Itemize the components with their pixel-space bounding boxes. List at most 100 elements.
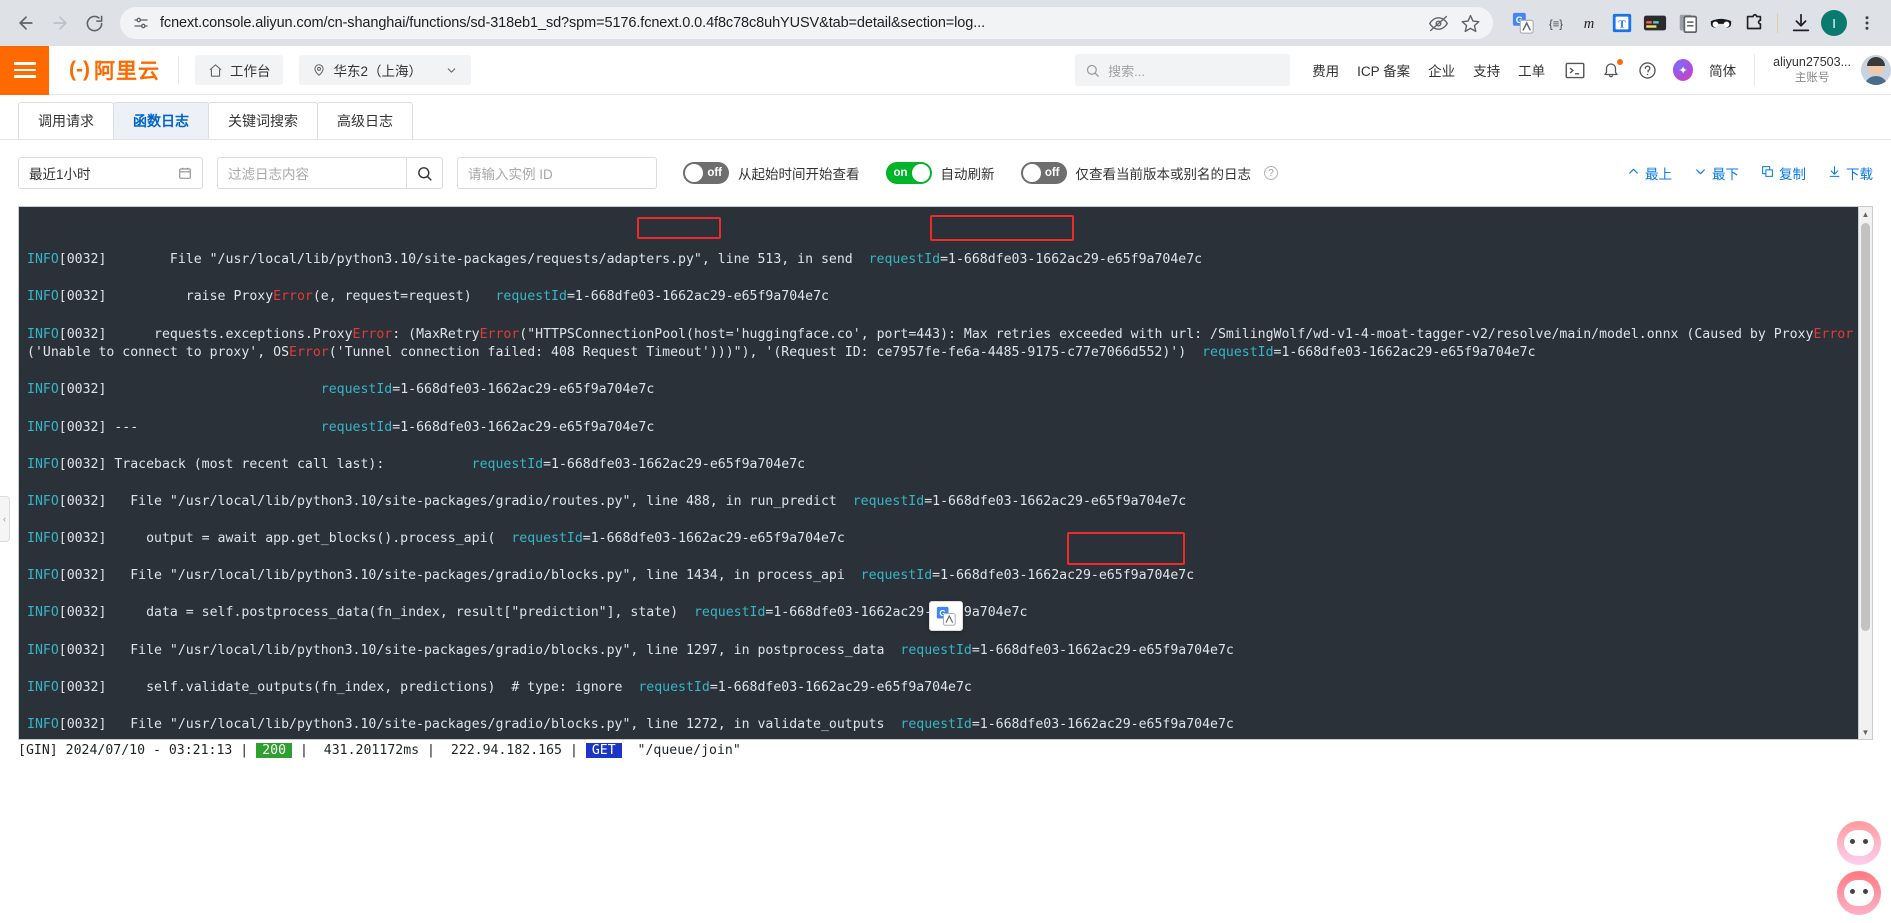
tab-invocation-requests[interactable]: 调用请求 <box>18 102 114 139</box>
m-extension-icon[interactable]: m <box>1575 9 1603 37</box>
region-label: 华东2（上海） <box>333 64 422 79</box>
google-translate-popup-icon[interactable]: G <box>929 601 963 631</box>
scroll-to-top-button[interactable]: 最上 <box>1627 163 1672 183</box>
tab-keyword-search[interactable]: 关键词搜索 <box>208 102 318 139</box>
header-link-icp[interactable]: ICP 备案 <box>1357 60 1410 80</box>
account-name: aliyun27503... <box>1773 54 1851 69</box>
header-link-support[interactable]: 支持 <box>1473 60 1500 80</box>
aliyun-logo-mark: (-) <box>69 58 90 81</box>
json-viewer-icon[interactable]: {≡} <box>1542 9 1570 37</box>
reload-icon <box>85 14 104 33</box>
copy-logs-button[interactable]: 复制 <box>1761 163 1806 183</box>
auto-refresh-label: 自动刷新 <box>940 167 995 182</box>
log-output[interactable]: INFO[0032] File "/usr/local/lib/python3.… <box>19 207 1858 739</box>
log-line: INFO[0032] raise ProxyError(e, request=r… <box>27 289 829 305</box>
log-line: INFO[0032] File "/usr/local/lib/python3.… <box>27 717 1234 733</box>
language-selector[interactable]: 简体 <box>1709 60 1736 80</box>
aliyun-header: (-) 阿里云 工作台 华东2（上海） 搜索... 费用 ICP 备案 企业 支… <box>0 45 1891 95</box>
workbench-button[interactable]: 工作台 <box>194 55 284 85</box>
log-filter-placeholder: 过滤日志内容 <box>228 167 309 182</box>
aliyun-logo-text: 阿里云 <box>93 60 160 83</box>
chat-assistant-button[interactable] <box>1837 821 1881 865</box>
aliyun-logo[interactable]: (-) 阿里云 <box>49 55 178 85</box>
header-link-fee[interactable]: 费用 <box>1312 60 1339 80</box>
avatar <box>1861 54 1891 85</box>
ai-assistant-icon[interactable]: ✦ <box>1673 59 1694 81</box>
log-filter-input[interactable]: 过滤日志内容 <box>217 157 407 189</box>
log-search-button[interactable] <box>407 157 443 189</box>
auto-refresh-toggle[interactable]: on <box>885 162 932 184</box>
svg-text:T: T <box>1618 19 1626 31</box>
log-line: INFO[0032] File "/usr/local/lib/python3.… <box>27 252 1203 268</box>
log-line: INFO[0032] self.validate_outputs(fn_inde… <box>27 679 972 695</box>
instance-id-input[interactable]: 请输入实例 ID <box>457 157 657 189</box>
account-menu[interactable]: aliyun27503... 主账号 <box>1754 53 1891 87</box>
card-autofill-icon[interactable] <box>1641 9 1669 37</box>
toggle-auto-refresh: on 自动刷新 <box>885 162 995 184</box>
t-extension-icon[interactable]: T <box>1608 9 1636 37</box>
header-divider <box>177 56 179 84</box>
kebab-menu-icon[interactable] <box>1853 9 1881 37</box>
address-bar[interactable]: fcnext.console.aliyun.com/cn-shanghai/fu… <box>120 7 1493 39</box>
puzzle-extensions-icon[interactable] <box>1740 9 1768 37</box>
search-icon <box>1085 63 1100 78</box>
log-line: INFO[0032] Traceback (most recent call l… <box>27 456 806 472</box>
feedback-button[interactable] <box>1837 871 1881 915</box>
copy-icon <box>1761 165 1774 181</box>
toolbar-divider <box>1777 13 1778 33</box>
header-icon-group: ✦ 简体 <box>1565 59 1736 81</box>
log-line: INFO[0032] requestId=1-668dfe03-1662ac29… <box>27 382 655 398</box>
profile-avatar[interactable]: I <box>1820 9 1848 37</box>
log-line: INFO[0032] File "/usr/local/lib/python3.… <box>27 568 1195 584</box>
client-ip: 222.94.182.165 <box>450 743 562 758</box>
toggle-current-version-only: off 仅查看当前版本或别名的日志 ? <box>1020 162 1278 184</box>
glasses-extension-icon[interactable] <box>1707 9 1735 37</box>
log-line: INFO[0032] File "/usr/local/lib/python3.… <box>27 642 1234 658</box>
hamburger-menu-icon[interactable] <box>0 45 49 95</box>
chat-assistant-icon <box>1844 830 1874 856</box>
bell-icon[interactable] <box>1601 59 1624 80</box>
account-role: 主账号 <box>1794 71 1830 84</box>
download-icon[interactable] <box>1787 9 1815 37</box>
tracking-protection-off-icon[interactable] <box>1427 12 1449 34</box>
reload-button[interactable] <box>78 7 110 39</box>
forward-button[interactable] <box>44 7 76 39</box>
google-translate-icon[interactable]: G <box>1509 9 1537 37</box>
from-start-label: 从起始时间开始查看 <box>738 167 860 182</box>
help-circle-icon[interactable]: ? <box>1264 166 1278 180</box>
scroll-to-bottom-button[interactable]: 最下 <box>1694 163 1739 183</box>
log-scrollbar[interactable]: ▲ ▼ <box>1858 207 1872 739</box>
toggle-knob <box>911 164 930 182</box>
region-selector[interactable]: 华东2（上海） <box>299 55 471 85</box>
site-settings-icon[interactable] <box>132 14 150 32</box>
scroll-down-arrow[interactable]: ▼ <box>1859 725 1872 739</box>
terminal-icon[interactable] <box>1565 60 1585 80</box>
tab-function-logs[interactable]: 函数日志 <box>113 102 209 139</box>
browser-toolbar: fcnext.console.aliyun.com/cn-shanghai/fu… <box>0 0 1891 46</box>
scrollbar-thumb[interactable] <box>1861 223 1870 631</box>
star-icon[interactable] <box>1459 12 1481 34</box>
scroll-up-arrow[interactable]: ▲ <box>1859 207 1872 221</box>
copy-pages-icon[interactable] <box>1674 9 1702 37</box>
toggle-from-start: off 从起始时间开始查看 <box>683 162 860 184</box>
chevron-up-icon <box>1627 165 1640 181</box>
log-line: INFO[0032] File "/usr/local/lib/python3.… <box>27 493 1187 509</box>
download-logs-button[interactable]: 下载 <box>1828 163 1873 183</box>
time-range-picker[interactable]: 最近1小时 <box>18 157 203 189</box>
global-search-placeholder: 搜索... <box>1108 63 1145 79</box>
from-start-toggle[interactable]: off <box>683 162 729 184</box>
back-button[interactable] <box>10 7 42 39</box>
sidebar-collapse-handle[interactable]: ‹ <box>0 496 10 542</box>
header-link-ticket[interactable]: 工单 <box>1518 60 1545 80</box>
global-search-input[interactable]: 搜索... <box>1075 54 1291 86</box>
header-link-enterprise[interactable]: 企业 <box>1428 60 1455 80</box>
current-version-toggle-state: off <box>1044 167 1060 179</box>
current-version-toggle[interactable]: off <box>1020 162 1067 184</box>
workbench-label: 工作台 <box>229 64 271 79</box>
log-line: INFO[0032] --- requestId=1-668dfe03-1662… <box>27 419 655 435</box>
auto-refresh-toggle-state: on <box>893 167 908 179</box>
help-circle-icon[interactable] <box>1637 60 1657 80</box>
tab-advanced-logs[interactable]: 高级日志 <box>317 102 413 139</box>
chevron-down-icon <box>1694 165 1707 181</box>
instance-id-placeholder: 请输入实例 ID <box>468 167 553 182</box>
